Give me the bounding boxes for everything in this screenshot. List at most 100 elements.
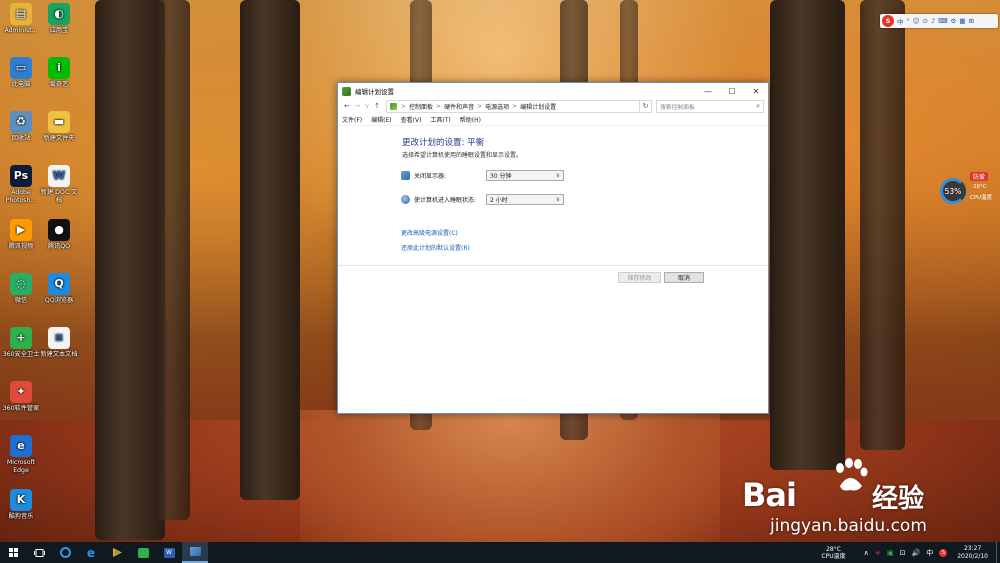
tray-cpu-temp-value: 28°C xyxy=(826,545,841,553)
ime-emoji-icon[interactable]: ☺ xyxy=(913,17,920,25)
search-input[interactable]: 搜索控制面板 ⌕ xyxy=(656,99,764,113)
tray-sogou-icon[interactable]: S xyxy=(939,548,948,557)
forward-arrow-icon[interactable]: → xyxy=(352,102,362,110)
taskbar-green-app[interactable] xyxy=(130,542,156,563)
ime-keyboard-icon[interactable]: ⌨ xyxy=(938,17,947,25)
cpu-temp-value: 28°C xyxy=(973,184,987,190)
desktop-icon-recycle-bin[interactable]: ♻ 回收站 xyxy=(0,111,42,143)
tree-trunk xyxy=(770,0,845,470)
sleep-setting: 使计算机进入睡眠状态: 2 小时 ∨ xyxy=(401,194,564,205)
desktop-icon-app-store[interactable]: ◐ 应用宝 xyxy=(38,3,80,35)
back-arrow-icon[interactable]: ← xyxy=(342,102,352,110)
desktop-icon-doc-file[interactable]: W 新建 DOC 文档 xyxy=(38,165,80,204)
display-off-value: 30 分钟 xyxy=(490,173,512,180)
computer-icon: ▭ xyxy=(10,57,32,79)
wechat-icon: ◌ xyxy=(10,273,32,295)
close-button[interactable]: ✕ xyxy=(744,83,768,99)
desktop-icon-user-folder[interactable]: ▤ Administ... xyxy=(0,3,42,35)
cpu-widget-tag[interactable]: 防爱 xyxy=(970,172,989,181)
task-view-button[interactable] xyxy=(26,542,52,563)
menu-help[interactable]: 帮助(H) xyxy=(460,115,481,124)
address-row: ← → ∨ ↑ > 控制面板 > 硬件和声音 > 电源选项 > 编辑计划设置 ↻… xyxy=(338,99,768,113)
desktop-icon-shield-360[interactable]: +360安全卫士 xyxy=(0,327,42,359)
taskbar-control-panel[interactable] xyxy=(182,542,208,563)
taskbar-tencent-video[interactable] xyxy=(104,542,130,563)
tray-volume-icon[interactable]: 🔊 xyxy=(912,549,921,557)
menu-tools[interactable]: 工具(T) xyxy=(430,115,450,124)
advanced-power-settings-link[interactable]: 更改高级电源设置(C) xyxy=(401,228,458,237)
qq-browser-icon: Q xyxy=(48,273,70,295)
up-arrow-icon[interactable]: ↑ xyxy=(372,102,382,110)
desktop-icon-label: 新建文本文档 xyxy=(40,351,78,358)
desktop-icon-qq-penguin[interactable]: ● 腾讯QQ xyxy=(38,219,80,251)
shield-360-icon: + xyxy=(10,327,32,349)
button-bar-divider xyxy=(338,265,768,266)
taskbar-edge[interactable]: e xyxy=(78,542,104,563)
ime-toolbox-icon[interactable]: ▦ xyxy=(959,17,965,25)
tray-network-icon[interactable]: ⊡ xyxy=(900,549,906,557)
display-off-select[interactable]: 30 分钟 ∨ xyxy=(486,170,564,181)
desktop-icon-software-manager[interactable]: ✦ 360软件管家 xyxy=(0,381,42,413)
cpu-temp-label: CPU温度 xyxy=(970,195,993,201)
desktop-icon-label: 爱奇艺 xyxy=(49,81,69,88)
show-desktop-button[interactable] xyxy=(996,542,1000,563)
desktop-icon-wechat[interactable]: ◌ 微信 xyxy=(0,273,42,305)
sogou-logo-icon[interactable]: S xyxy=(882,15,894,27)
breadcrumb-edit-plan[interactable]: 编辑计划设置 xyxy=(520,102,556,111)
breadcrumb-control-panel[interactable]: 控制面板 xyxy=(409,102,433,111)
ime-skin-icon[interactable]: ⊙ xyxy=(923,17,928,25)
ime-menu-icon[interactable]: ⊞ xyxy=(969,17,974,25)
clock-time: 23:27 xyxy=(963,544,982,552)
control-panel-icon xyxy=(390,102,397,110)
taskbar-qq-browser[interactable] xyxy=(52,542,78,563)
save-changes-button[interactable]: 保存修改 xyxy=(618,272,661,283)
watermark-url: jingyan.baidu.com xyxy=(770,516,927,536)
desktop-icon-edge[interactable]: e Microsoft Edge xyxy=(0,435,42,474)
ime-punctuation-icon[interactable]: ° xyxy=(907,17,910,25)
ime-toolbar[interactable]: S 中 ° ☺ ⊙ ♪ ⌨ ⚙ ▦ ⊞ xyxy=(880,14,998,28)
breadcrumb-power-options[interactable]: 电源选项 xyxy=(485,102,509,111)
desktop-icon-iqiyi[interactable]: i 爱奇艺 xyxy=(38,57,80,89)
cancel-button[interactable]: 取消 xyxy=(664,272,704,283)
taskbar-word[interactable]: W xyxy=(156,542,182,563)
start-button[interactable] xyxy=(0,542,26,563)
desktop-icon-label: Adobe Photosh... xyxy=(5,189,37,204)
desktop-icon-tencent-video[interactable]: ▶ 腾讯视频 xyxy=(0,219,42,251)
sleep-select[interactable]: 2 小时 ∨ xyxy=(486,194,564,205)
restore-defaults-link[interactable]: 还原此计划的默认设置(R) xyxy=(401,243,470,252)
menu-file[interactable]: 文件(F) xyxy=(342,115,362,124)
breadcrumb-hardware-sound[interactable]: 硬件和声音 xyxy=(444,102,474,111)
desktop-icon-computer[interactable]: ▭ 此电脑 xyxy=(0,57,42,89)
task-view-icon xyxy=(33,548,45,557)
desktop-icon-text-file[interactable]: ≡ 新建文本文档 xyxy=(38,327,80,359)
menu-edit[interactable]: 编辑(E) xyxy=(371,115,391,124)
desktop-icon-photoshop[interactable]: Ps Adobe Photosh... xyxy=(0,165,42,204)
menu-view[interactable]: 查看(V) xyxy=(401,115,422,124)
search-icon[interactable]: ⌕ xyxy=(756,102,760,111)
ime-chinese-mode[interactable]: 中 xyxy=(897,16,904,26)
desktop-icon-kugou[interactable]: K 酷狗音乐 xyxy=(0,489,42,521)
desktop-icon-qq-browser[interactable]: Q QQ浏览器 xyxy=(38,273,80,305)
tray-green-app-icon[interactable]: ▣ xyxy=(887,549,894,557)
system-tray: 28°C CPU温度 ∧ ☣ ▣ ⊡ 🔊 中 S 23:27 2020/2/10 xyxy=(821,542,1000,563)
minimize-button[interactable]: — xyxy=(696,83,720,99)
user-folder-icon: ▤ xyxy=(10,3,32,25)
tray-security-icon[interactable]: ☣ xyxy=(875,549,881,557)
ime-settings-icon[interactable]: ⚙ xyxy=(951,17,957,25)
refresh-icon[interactable]: ↻ xyxy=(640,99,652,113)
breadcrumb-separator: > xyxy=(477,102,483,110)
tree-trunk xyxy=(155,0,190,520)
window-titlebar[interactable]: 编辑计划设置 — ☐ ✕ xyxy=(338,83,768,99)
cpu-usage-widget[interactable]: 53% 防爱 28°C CPU温度 xyxy=(940,172,998,208)
desktop-icon-folder[interactable]: ▬ 新建文件夹 xyxy=(38,111,80,143)
show-hidden-icons-chevron-icon[interactable]: ∧ xyxy=(864,549,869,557)
recent-locations-chevron-icon[interactable]: ∨ xyxy=(362,102,372,110)
desktop-icon-label: 360软件管家 xyxy=(2,405,40,412)
address-bar[interactable]: > 控制面板 > 硬件和声音 > 电源选项 > 编辑计划设置 xyxy=(386,99,640,113)
monitor-icon xyxy=(401,171,410,180)
tray-ime-chinese-icon[interactable]: 中 xyxy=(926,548,933,558)
tray-cpu-temp[interactable]: 28°C CPU温度 xyxy=(821,546,845,560)
maximize-button[interactable]: ☐ xyxy=(720,83,744,99)
ime-voice-icon[interactable]: ♪ xyxy=(931,17,935,25)
taskbar-clock[interactable]: 23:27 2020/2/10 xyxy=(957,545,988,561)
